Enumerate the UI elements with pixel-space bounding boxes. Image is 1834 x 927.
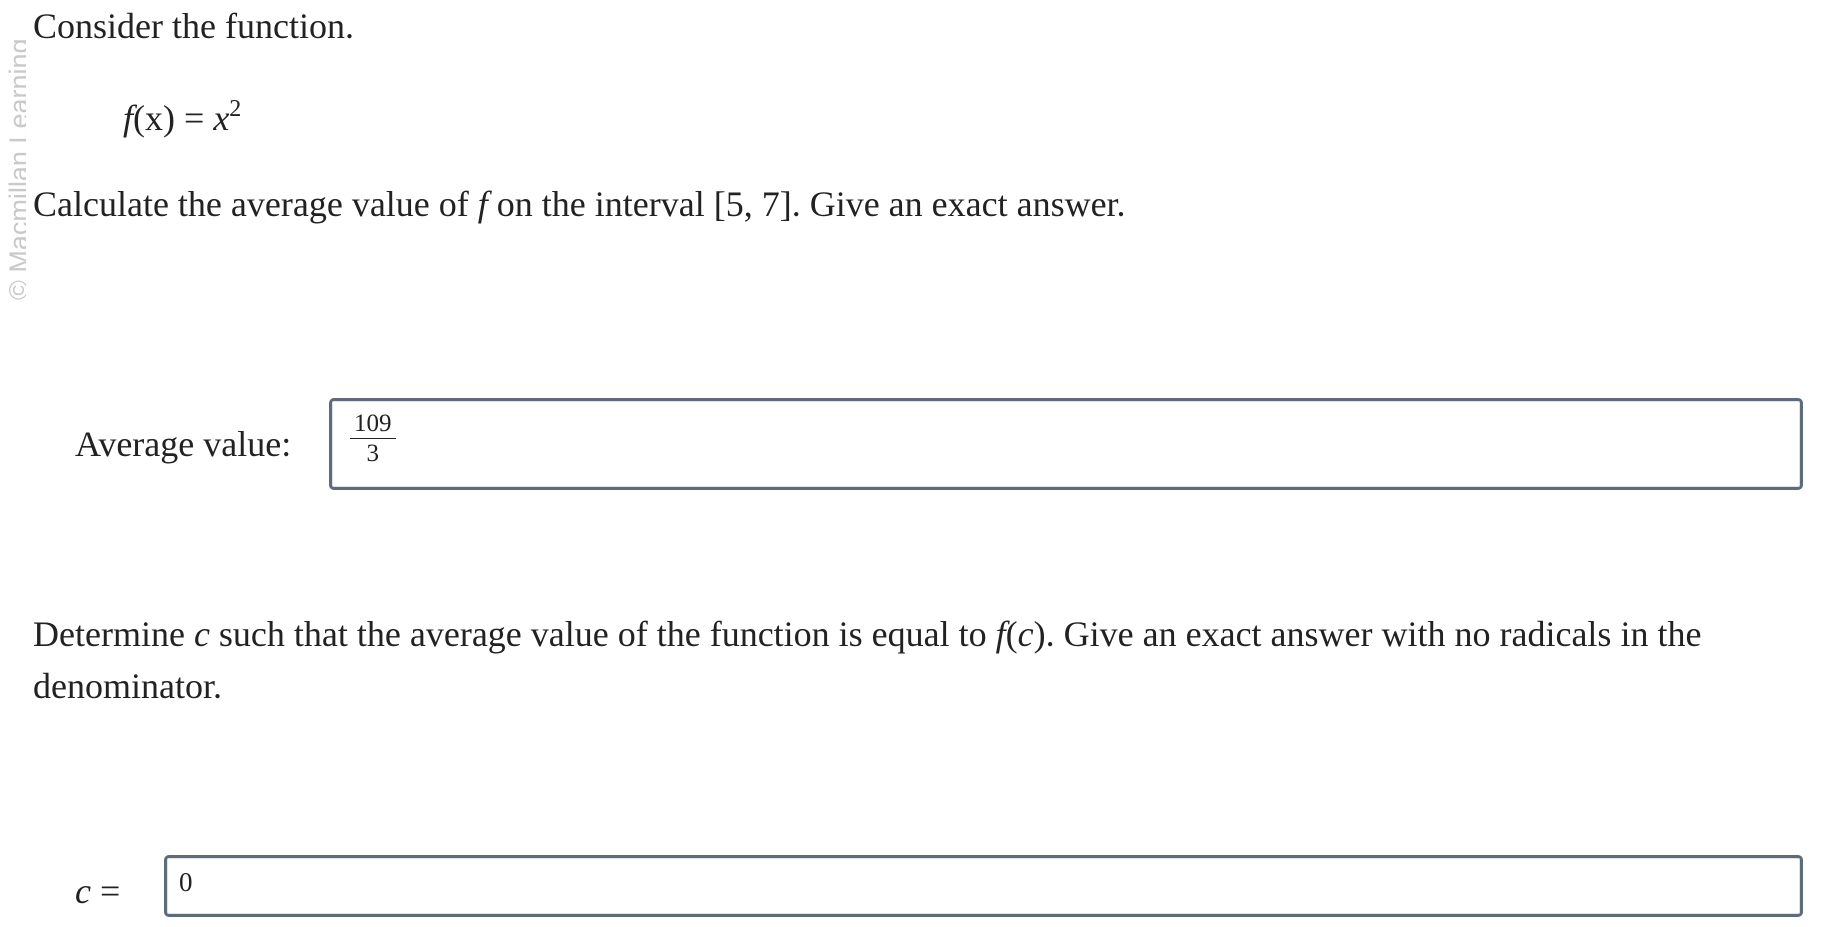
- fraction-denominator: 3: [366, 440, 380, 467]
- c-input-value: 0: [179, 867, 193, 897]
- watermark-text: © Macmillan Learning: [4, 38, 26, 300]
- question1-text-end: on the interval [5, 7]. Give an exact an…: [487, 184, 1126, 224]
- question1-variable: f: [477, 184, 488, 224]
- equation-base: x: [213, 98, 230, 138]
- question2-variable-c: c: [193, 614, 210, 654]
- equation-exponent: 2: [229, 96, 242, 122]
- c-answer-label: c =: [75, 870, 120, 912]
- function-equation: f(x) = x2: [123, 96, 241, 139]
- c-value-input[interactable]: 0: [164, 855, 1803, 917]
- question-find-c: Determine c such that the average value …: [33, 608, 1723, 712]
- question-average-value: Calculate the average value of f on the …: [33, 178, 1723, 230]
- question2-text-middle: such that the average value of the funct…: [209, 614, 996, 654]
- copyright-watermark: © Macmillan Learning: [0, 0, 26, 300]
- c-label-variable: c: [75, 871, 91, 911]
- question1-text-start: Calculate the average value of: [33, 184, 478, 224]
- question2-function-name: f: [995, 614, 1006, 654]
- average-value-label: Average value:: [75, 424, 292, 464]
- question2-paren-close: ): [1033, 614, 1046, 654]
- c-label-equals: =: [90, 871, 121, 911]
- intro-text: Consider the function.: [33, 6, 354, 46]
- equation-equals: =: [184, 98, 205, 138]
- fraction-numerator: 109: [350, 411, 396, 439]
- average-value-input[interactable]: 109 3: [329, 398, 1803, 490]
- question2-paren-open: (: [1005, 614, 1018, 654]
- equation-function-name: f: [123, 98, 134, 138]
- question2-function-argument: c: [1017, 614, 1034, 654]
- equation-argument: (x): [133, 98, 175, 138]
- average-value-fraction: 109 3: [350, 411, 396, 466]
- question2-text-start: Determine: [33, 614, 194, 654]
